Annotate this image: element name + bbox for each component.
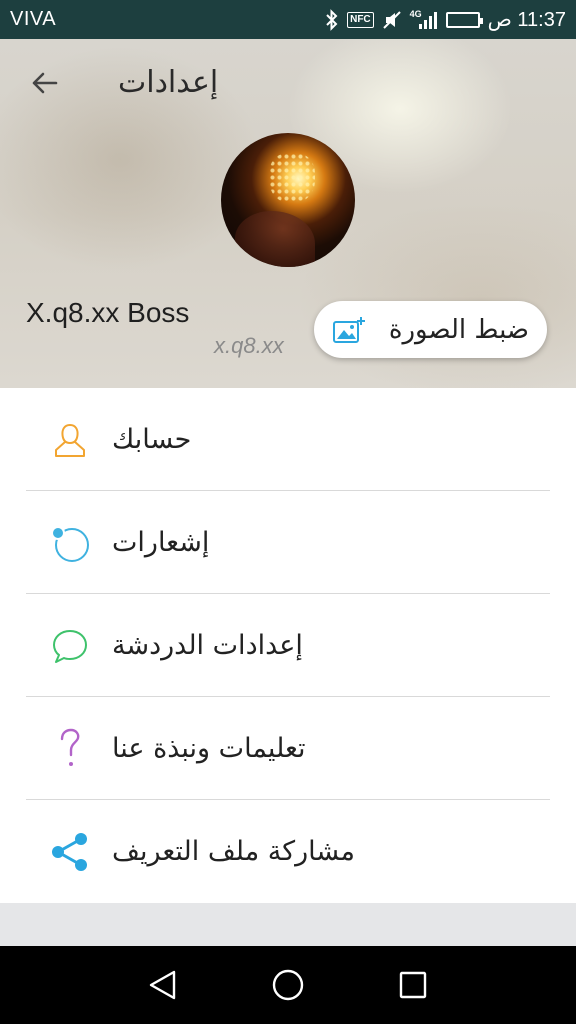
page-title: إعدادات <box>118 65 219 100</box>
status-icons: NFC 4G 11:37 ص <box>325 7 566 32</box>
nav-home-icon <box>272 969 304 1001</box>
nav-back-icon <box>149 970 175 1000</box>
carrier-name: VIVA <box>10 8 57 30</box>
setting-account[interactable]: حسابك <box>0 388 576 491</box>
nav-back-button[interactable] <box>138 960 188 1010</box>
battery-icon <box>445 9 483 31</box>
setting-label: مشاركة ملف التعريف <box>112 836 355 867</box>
setting-label: إشعارات <box>112 527 210 558</box>
notification-ring-icon <box>48 521 92 565</box>
profile-username: x.q8.xx <box>214 333 284 358</box>
avatar[interactable] <box>221 133 355 267</box>
setting-help[interactable]: تعليمات ونبذة عنا <box>0 697 576 800</box>
nav-home-button[interactable] <box>263 960 313 1010</box>
system-nav-bar <box>0 946 576 1024</box>
arrow-left-icon <box>32 72 58 94</box>
set-photo-label: ضبط الصورة <box>388 314 529 345</box>
question-icon <box>48 727 92 771</box>
setting-label: إعدادات الدردشة <box>112 630 303 661</box>
setting-share-profile[interactable]: مشاركة ملف التعريف <box>0 800 576 903</box>
status-bar: VIVA NFC 4G 11:37 ص <box>0 0 576 39</box>
signal-4g-icon: 4G <box>410 9 438 31</box>
setting-label: حسابك <box>112 424 192 455</box>
clock: 11:37 ص <box>487 9 566 31</box>
share-icon <box>48 830 92 874</box>
set-photo-button[interactable]: ضبط الصورة <box>314 301 547 358</box>
bluetooth-icon <box>325 8 339 31</box>
chat-bubble-icon <box>48 624 92 668</box>
settings-header: إعدادات X.q8.xx Boss x.q8.xx ضبط الصورة <box>0 39 576 388</box>
settings-list: حسابك إشعارات إعدادات الدردشة تعليمات ون… <box>0 388 576 903</box>
mute-icon <box>382 9 402 31</box>
setting-notifications[interactable]: إشعارات <box>0 491 576 594</box>
nav-recents-icon <box>400 971 427 999</box>
person-icon <box>48 418 92 462</box>
back-button[interactable] <box>26 65 62 101</box>
nfc-icon: NFC <box>347 9 374 31</box>
setting-label: تعليمات ونبذة عنا <box>112 733 306 764</box>
add-photo-icon <box>333 316 365 343</box>
profile-name: X.q8.xx Boss <box>26 297 190 328</box>
nav-recents-button[interactable] <box>388 960 438 1010</box>
setting-chat[interactable]: إعدادات الدردشة <box>0 594 576 697</box>
